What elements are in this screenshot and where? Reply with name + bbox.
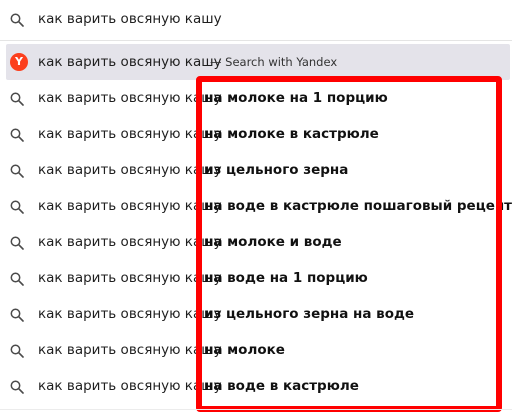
suggestion-item[interactable]: как варить овсяную кашу на воде в кастрю… xyxy=(0,368,512,404)
search-input[interactable]: как варить овсяную кашу xyxy=(38,10,222,28)
search-icon xyxy=(10,343,24,358)
suggestion-text: как варить овсяную кашу xyxy=(38,306,222,322)
suggestion-completion: на молоке xyxy=(204,342,285,358)
address-bar[interactable]: как варить овсяную кашу xyxy=(0,0,512,41)
search-icon xyxy=(10,91,24,106)
suggestion-item[interactable]: как варить овсяную кашу из цельного зерн… xyxy=(0,296,512,332)
suggestion-item[interactable]: как варить овсяную кашу на воде на 1 пор… xyxy=(0,260,512,296)
suggestion-completion: из цельного зерна xyxy=(204,162,349,178)
suggestion-item[interactable]: как варить овсяную кашу из цельного зерн… xyxy=(0,152,512,188)
suggestion-list: Y как варить овсяную кашу — Search with … xyxy=(0,44,512,404)
search-icon xyxy=(10,199,24,214)
suggestion-completion: на воде на 1 порцию xyxy=(204,270,368,286)
suggestion-text: как варить овсяную кашу xyxy=(38,198,222,214)
search-engine-label: — Search with Yandex xyxy=(210,55,338,69)
suggestion-text: как варить овсяную кашу xyxy=(38,270,222,286)
search-icon xyxy=(10,307,24,322)
search-icon xyxy=(10,12,24,27)
suggestion-text: как варить овсяную кашу xyxy=(38,342,222,358)
divider xyxy=(0,409,512,410)
suggestion-text: как варить овсяную кашу xyxy=(38,378,222,394)
search-icon xyxy=(10,163,24,178)
suggestion-completion: на воде в кастрюле xyxy=(204,378,359,394)
suggestion-item[interactable]: как варить овсяную кашу на молоке на 1 п… xyxy=(0,80,512,116)
search-icon xyxy=(10,127,24,142)
suggestion-item[interactable]: как варить овсяную кашу на молоке и воде xyxy=(0,224,512,260)
suggestion-completion: на молоке в кастрюле xyxy=(204,126,379,142)
search-icon xyxy=(10,271,24,286)
suggestion-item[interactable]: как варить овсяную кашу на молоке в каст… xyxy=(0,116,512,152)
suggestion-text: как варить овсяную кашу xyxy=(38,234,222,250)
search-icon xyxy=(10,379,24,394)
suggestion-text: как варить овсяную кашу xyxy=(38,90,222,106)
suggestion-completion: из цельного зерна на воде xyxy=(204,306,415,322)
suggestion-text: как варить овсяную кашу xyxy=(38,162,222,178)
suggestion-item[interactable]: как варить овсяную кашу на молоке xyxy=(0,332,512,368)
suggestion-completion: на молоке на 1 порцию xyxy=(204,90,388,106)
suggestion-text: как варить овсяную кашу xyxy=(38,126,222,142)
suggestion-text: как варить овсяную кашу xyxy=(38,54,222,70)
suggestion-completion: на молоке и воде xyxy=(204,234,342,250)
yandex-icon: Y xyxy=(10,53,28,71)
suggestion-completion: на воде в кастрюле пошаговый рецепт xyxy=(204,198,512,214)
yandex-badge-letter: Y xyxy=(10,53,28,71)
suggestion-search-engine[interactable]: Y как варить овсяную кашу — Search with … xyxy=(6,44,510,80)
search-icon xyxy=(10,235,24,250)
suggestion-item[interactable]: как варить овсяную кашу на воде в кастрю… xyxy=(0,188,512,224)
